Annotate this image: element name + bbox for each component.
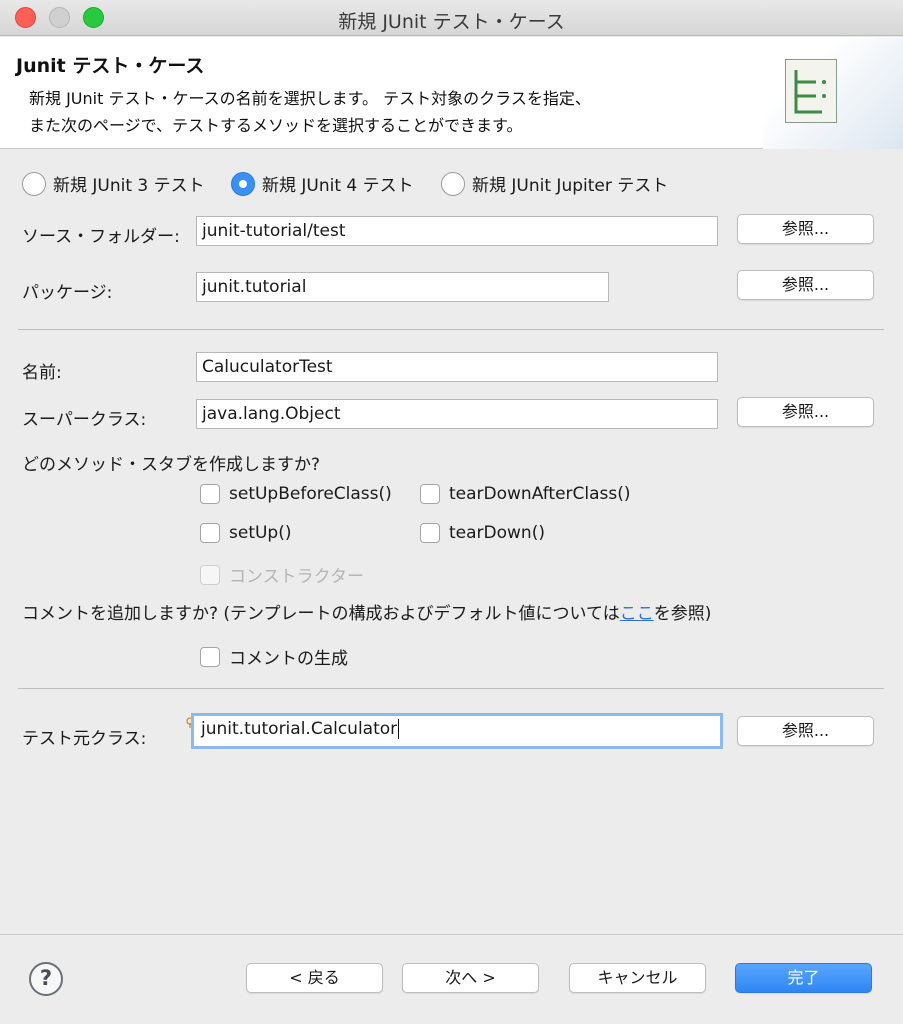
radio-junit-jupiter-control[interactable]	[441, 171, 465, 196]
footer-separator	[0, 934, 903, 935]
setup-before-class-checkbox[interactable]: setUpBeforeClass()	[200, 484, 392, 504]
wizard-description: 新規 JUnit テスト・ケースの名前を選択します。 テスト対象のクラスを指定、…	[29, 85, 591, 139]
method-stubs-question: どのメソッド・スタブを作成しますか?	[22, 455, 321, 475]
comments-question-suffix: を参照)	[653, 604, 712, 624]
generate-comments-label: コメントの生成	[229, 649, 348, 669]
teardown-after-class-checkbox[interactable]: tearDownAfterClass()	[420, 484, 631, 504]
wizard-description-line-2: また次のページで、テストするメソッドを選択することができます。	[29, 116, 523, 135]
superclass-field[interactable]: java.lang.Object	[196, 399, 718, 429]
wizard-description-line-1: 新規 JUnit テスト・ケースの名前を選択します。 テスト対象のクラスを指定、	[29, 89, 591, 108]
wizard-header: Junit テスト・ケース 新規 JUnit テスト・ケースの名前を選択します。…	[0, 37, 903, 149]
text-caret	[398, 719, 400, 739]
package-field[interactable]: junit.tutorial	[196, 272, 609, 302]
radio-junit3[interactable]: 新規 JUnit 3 テスト	[22, 171, 205, 196]
radio-junit3-label: 新規 JUnit 3 テスト	[53, 176, 205, 196]
teardown-label: tearDown()	[449, 523, 545, 543]
source-folder-label: ソース・フォルダー:	[22, 227, 180, 247]
setup-box[interactable]	[200, 523, 220, 543]
radio-junit4-label: 新規 JUnit 4 テスト	[262, 176, 414, 196]
source-folder-field[interactable]: junit-tutorial/test	[196, 216, 718, 246]
teardown-checkbox[interactable]: tearDown()	[420, 523, 545, 543]
setup-label: setUp()	[229, 523, 292, 543]
teardown-after-class-label: tearDownAfterClass()	[449, 484, 631, 504]
browse-source-folder-button[interactable]: 参照...	[737, 214, 874, 244]
separator	[18, 329, 884, 330]
junit-wizard-icon	[785, 59, 837, 123]
next-button[interactable]: 次へ >	[402, 963, 539, 993]
name-field[interactable]: CaluculatorTest	[196, 352, 718, 382]
constructor-checkbox: コンストラクター	[200, 562, 364, 587]
help-icon[interactable]: ?	[29, 962, 63, 996]
browse-class-under-test-button[interactable]: 参照...	[737, 716, 874, 746]
radio-junit4[interactable]: 新規 JUnit 4 テスト	[231, 171, 414, 196]
window-title: 新規 JUnit テスト・ケース	[338, 11, 565, 33]
setup-checkbox[interactable]: setUp()	[200, 523, 291, 543]
new-junit-test-case-dialog: 新規 JUnit テスト・ケース Junit テスト・ケース 新規 JUnit …	[0, 0, 903, 1024]
browse-superclass-button[interactable]: 参照...	[737, 397, 874, 427]
constructor-box	[200, 564, 220, 585]
wizard-title: Junit テスト・ケース	[16, 55, 205, 77]
teardown-box[interactable]	[420, 523, 440, 543]
finish-button[interactable]: 完了	[735, 963, 872, 993]
generate-comments-checkbox[interactable]: コメントの生成	[200, 644, 348, 669]
teardown-after-class-box[interactable]	[420, 484, 440, 504]
radio-junit-jupiter-label: 新規 JUnit Jupiter テスト	[472, 176, 669, 196]
constructor-label: コンストラクター	[229, 567, 364, 587]
title-bar: 新規 JUnit テスト・ケース	[0, 0, 903, 36]
radio-junit3-control[interactable]	[22, 171, 46, 196]
browse-package-button[interactable]: 参照...	[737, 270, 874, 300]
generate-comments-box[interactable]	[200, 646, 220, 667]
setup-before-class-box[interactable]	[200, 484, 220, 504]
name-label: 名前:	[22, 363, 62, 383]
class-under-test-value: junit.tutorial.Calculator	[201, 719, 398, 739]
superclass-label: スーパークラス:	[22, 410, 147, 430]
radio-junit4-control[interactable]	[231, 171, 255, 196]
package-label: パッケージ:	[22, 283, 113, 303]
radio-junit-jupiter[interactable]: 新規 JUnit Jupiter テスト	[441, 171, 668, 196]
comments-question-text: コメントを追加しますか? (テンプレートの構成およびデフォルト値については	[22, 604, 620, 624]
cancel-button[interactable]: キャンセル	[569, 963, 706, 993]
comments-question: コメントを追加しますか? (テンプレートの構成およびデフォルト値についてはここを…	[22, 599, 711, 624]
class-under-test-label: テスト元クラス:	[22, 729, 147, 749]
back-button[interactable]: < 戻る	[246, 963, 383, 993]
setup-before-class-label: setUpBeforeClass()	[229, 484, 392, 504]
separator	[18, 688, 884, 689]
templates-link[interactable]: ここ	[620, 604, 654, 624]
class-under-test-field[interactable]: junit.tutorial.Calculator	[191, 713, 723, 749]
